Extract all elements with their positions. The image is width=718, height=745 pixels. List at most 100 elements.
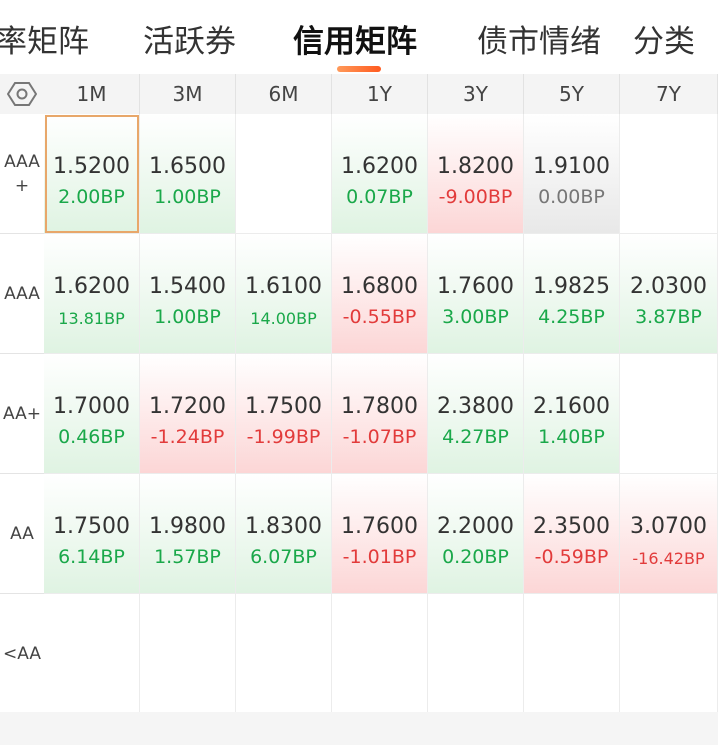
matrix-cell[interactable]: 1.8200 -9.00BP <box>428 114 524 234</box>
change-value: 14.00BP <box>250 309 317 328</box>
change-value: 4.27BP <box>442 426 509 448</box>
change-value: -1.01BP <box>342 546 417 568</box>
matrix-cell <box>140 594 236 714</box>
change-value: 6.14BP <box>58 546 125 568</box>
change-value: -9.00BP <box>438 186 513 208</box>
matrix-cell[interactable]: 3.0700 -16.42BP <box>620 474 718 594</box>
change-value: 0.07BP <box>346 186 413 208</box>
matrix-cell <box>236 594 332 714</box>
tab-category[interactable]: 分类 <box>633 22 695 62</box>
matrix-cell[interactable]: 1.7000 0.46BP <box>44 354 140 474</box>
matrix-cell[interactable]: 1.9100 0.00BP <box>524 114 620 234</box>
column-header-6m: 6M <box>236 74 332 114</box>
matrix-cell[interactable]: 2.3500 -0.59BP <box>524 474 620 594</box>
column-header-row: 1M 3M 6M 1Y 3Y 5Y 7Y <box>0 74 718 114</box>
change-value: 6.07BP <box>250 546 317 568</box>
row-label: AA+ <box>3 404 41 424</box>
matrix-cell <box>428 594 524 714</box>
yield-value: 1.7500 <box>245 394 322 419</box>
change-value: -0.55BP <box>342 306 417 328</box>
row-label: AAA + <box>4 152 40 196</box>
yield-value: 1.7600 <box>437 274 514 299</box>
column-header-5y: 5Y <box>524 74 620 114</box>
change-value: 0.46BP <box>58 426 125 448</box>
matrix-cell[interactable]: 1.7500 6.14BP <box>44 474 140 594</box>
tab-rate-matrix[interactable]: 率矩阵 <box>0 22 89 62</box>
tab-active-bonds[interactable]: 活跃券 <box>143 22 236 62</box>
matrix-cell[interactable]: 1.9800 1.57BP <box>140 474 236 594</box>
matrix-cell <box>524 594 620 714</box>
active-tab-indicator <box>337 66 381 72</box>
matrix-cell[interactable]: 2.2000 0.20BP <box>428 474 524 594</box>
yield-value: 2.1600 <box>533 394 610 419</box>
yield-value: 1.7500 <box>53 514 130 539</box>
yield-value: 1.7600 <box>341 514 418 539</box>
tab-bar: 率矩阵 活跃券 信用矩阵 债市情绪 分类 <box>0 0 718 74</box>
yield-value: 1.7000 <box>53 394 130 419</box>
yield-value: 1.9800 <box>149 514 226 539</box>
matrix-cell[interactable]: 1.5400 1.00BP <box>140 234 236 354</box>
tab-bond-sentiment[interactable]: 债市情绪 <box>477 22 601 62</box>
yield-value: 2.0300 <box>630 274 707 299</box>
matrix-cell <box>44 594 140 714</box>
yield-value: 1.7800 <box>341 394 418 419</box>
change-value: 1.00BP <box>154 306 221 328</box>
matrix-cell[interactable]: 1.7600 3.00BP <box>428 234 524 354</box>
yield-value: 1.6100 <box>245 274 322 299</box>
change-value: 4.25BP <box>538 306 605 328</box>
change-value: 1.40BP <box>538 426 605 448</box>
yield-value: 1.7200 <box>149 394 226 419</box>
column-header-3y: 3Y <box>428 74 524 114</box>
change-value: 0.00BP <box>538 186 605 208</box>
change-value: -1.24BP <box>150 426 225 448</box>
yield-value: 1.8200 <box>437 154 514 179</box>
yield-value: 3.0700 <box>630 514 707 539</box>
column-header-7y: 7Y <box>620 74 718 114</box>
matrix-cell[interactable]: 2.0300 3.87BP <box>620 234 718 354</box>
change-value: 1.57BP <box>154 546 221 568</box>
matrix-cell[interactable]: 2.3800 4.27BP <box>428 354 524 474</box>
matrix-cell <box>620 114 718 234</box>
yield-value: 1.6500 <box>149 154 226 179</box>
matrix-cell[interactable]: 1.9825 4.25BP <box>524 234 620 354</box>
matrix-cell[interactable]: 1.7500 -1.99BP <box>236 354 332 474</box>
matrix-cell[interactable]: 2.1600 1.40BP <box>524 354 620 474</box>
yield-value: 1.9825 <box>533 274 610 299</box>
matrix-cell <box>332 594 428 714</box>
matrix-cell[interactable]: 1.7600 -1.01BP <box>332 474 428 594</box>
yield-value: 1.6200 <box>341 154 418 179</box>
yield-value: 1.6200 <box>53 274 130 299</box>
column-header-3m: 3M <box>140 74 236 114</box>
matrix-cell[interactable]: 1.7200 -1.24BP <box>140 354 236 474</box>
change-value: 3.00BP <box>442 306 509 328</box>
matrix-cell[interactable]: 1.6200 13.81BP <box>44 234 140 354</box>
change-value: -1.99BP <box>246 426 321 448</box>
yield-value: 2.2000 <box>437 514 514 539</box>
change-value: 13.81BP <box>58 309 125 328</box>
yield-value: 1.5400 <box>149 274 226 299</box>
matrix-cell[interactable]: 1.6500 1.00BP <box>140 114 236 234</box>
column-header-1y: 1Y <box>332 74 428 114</box>
yield-value: 1.6800 <box>341 274 418 299</box>
matrix-cell <box>620 354 718 474</box>
matrix-cell <box>236 114 332 234</box>
change-value: 2.00BP <box>58 186 125 208</box>
matrix-cell[interactable]: 1.7800 -1.07BP <box>332 354 428 474</box>
yield-value: 2.3800 <box>437 394 514 419</box>
yield-value: 1.9100 <box>533 154 610 179</box>
matrix-cell[interactable]: 1.5200 2.00BP <box>44 114 140 234</box>
tab-credit-matrix[interactable]: 信用矩阵 <box>293 22 417 62</box>
footer-bar <box>0 712 718 745</box>
settings-icon[interactable] <box>0 74 44 114</box>
matrix-cell[interactable]: 1.6100 14.00BP <box>236 234 332 354</box>
change-value: 3.87BP <box>635 306 702 328</box>
change-value: -0.59BP <box>534 546 609 568</box>
change-value: 0.20BP <box>442 546 509 568</box>
yield-value: 2.3500 <box>533 514 610 539</box>
matrix-cell[interactable]: 1.6200 0.07BP <box>332 114 428 234</box>
matrix-cell[interactable]: 1.6800 -0.55BP <box>332 234 428 354</box>
matrix-cell[interactable]: 1.8300 6.07BP <box>236 474 332 594</box>
hexagon-gear-icon[interactable] <box>7 81 37 107</box>
row-label: <AA <box>3 644 41 664</box>
yield-value: 1.8300 <box>245 514 322 539</box>
